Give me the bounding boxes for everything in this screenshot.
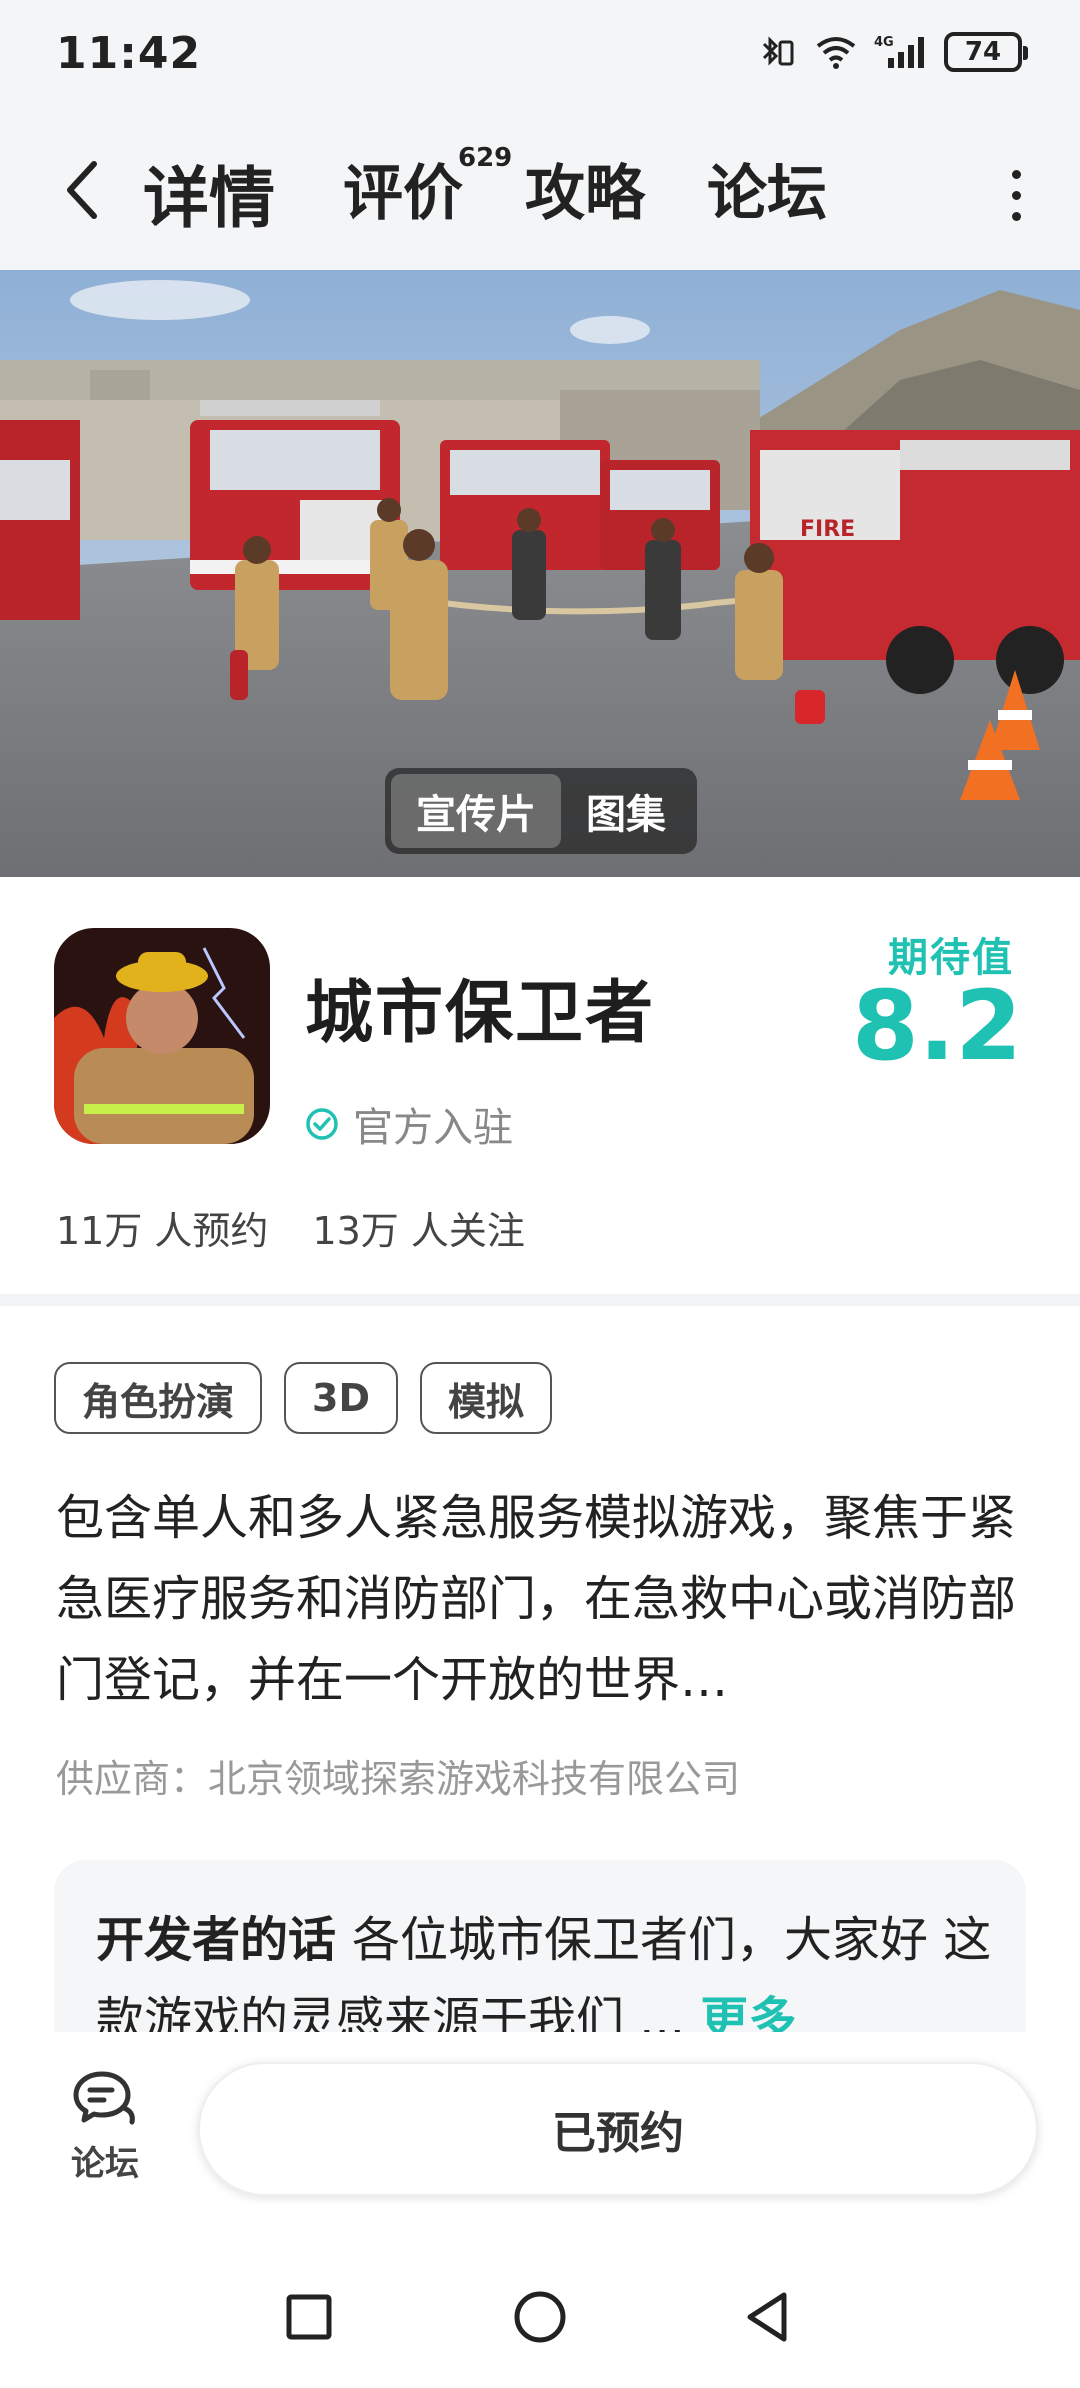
- developer-note-text: 开发者的话 各位城市保卫者们，大家好 这款游戏的灵感来源于我们 ... 更多: [96, 1900, 996, 2032]
- tab-details-label: 详情: [143, 160, 275, 237]
- toggle-gallery[interactable]: 图集: [561, 774, 691, 848]
- app-title: 城市保卫者: [305, 974, 656, 1053]
- vendor-info: 供应商：北京领域探索游戏科技有限公司: [56, 1757, 741, 1801]
- bluetooth-vibrate-icon: [762, 36, 794, 66]
- battery-level: 74: [964, 37, 1002, 67]
- tab-forum[interactable]: 论坛: [707, 145, 827, 232]
- tag-3d[interactable]: 3D: [284, 1362, 398, 1434]
- tab-details[interactable]: 详情: [135, 145, 281, 241]
- developer-note-card[interactable]: 开发者的话 各位城市保卫者们，大家好 这款游戏的灵感来源于我们 ... 更多: [54, 1860, 1026, 2032]
- media-banner[interactable]: FIRE 宣传片 图集: [0, 270, 1080, 877]
- system-back-button[interactable]: [732, 2282, 802, 2352]
- tab-reviews[interactable]: 评价: [343, 145, 463, 232]
- more-dot-icon: [1011, 169, 1021, 179]
- more-dot-icon: [1011, 190, 1021, 200]
- square-recents-icon: [286, 2294, 332, 2340]
- svg-text:FIRE: FIRE: [800, 517, 855, 542]
- expectation-score: 8.2: [851, 970, 1022, 1082]
- developer-note-title: 开发者的话: [96, 1912, 337, 1968]
- home-button[interactable]: [505, 2282, 575, 2352]
- reservation-count: 11万 人预约: [56, 1209, 269, 1253]
- review-count-badge: 629: [458, 143, 513, 173]
- official-badge: 官方入驻: [305, 1095, 513, 1153]
- top-nav: 详情 评价 629 攻略 论坛: [0, 115, 1080, 270]
- app-icon: [54, 928, 270, 1144]
- forum-label: 论坛: [71, 2144, 139, 2184]
- reserved-button[interactable]: 已预约: [198, 2062, 1038, 2196]
- status-icons: 4G 74: [758, 30, 1028, 74]
- app-stats: 11万 人预约 13万 人关注: [56, 1200, 525, 1255]
- wifi-icon: [816, 37, 856, 69]
- genre-tags: 角色扮演 3D 模拟: [54, 1362, 553, 1434]
- game-description[interactable]: 包含单人和多人紧急服务模拟游戏，聚焦于紧急医疗服务和消防部门，在急救中心或消防部…: [56, 1478, 1016, 1721]
- tab-reviews-label: 评价: [343, 159, 463, 229]
- recent-apps-button[interactable]: [274, 2282, 344, 2352]
- more-options-button[interactable]: [996, 160, 1036, 230]
- tag-role-playing[interactable]: 角色扮演: [54, 1362, 263, 1434]
- more-dot-icon: [1011, 211, 1021, 221]
- status-bar: 11:42 4G 74: [0, 0, 1080, 115]
- follower-count: 13万 人关注: [312, 1209, 525, 1253]
- circle-home-icon: [514, 2291, 566, 2343]
- section-divider: [0, 1294, 1080, 1306]
- tab-forum-label: 论坛: [707, 159, 827, 229]
- svg-text:4G: 4G: [874, 35, 894, 50]
- tag-simulation[interactable]: 模拟: [420, 1362, 553, 1434]
- cellular-signal-icon: 4G: [874, 35, 924, 68]
- bottom-action-bar: 论坛 已预约: [0, 2032, 1080, 2242]
- system-navigation-bar: [0, 2242, 1080, 2388]
- official-label: 官方入驻: [353, 1105, 513, 1151]
- verified-check-icon: [306, 1108, 338, 1140]
- developer-note-more-link[interactable]: 更多: [700, 1992, 796, 2032]
- forum-button[interactable]: 论坛: [42, 2068, 168, 2185]
- chat-bubble-icon: [73, 2071, 135, 2125]
- chevron-left-icon: [67, 161, 97, 219]
- status-time: 11:42: [56, 28, 202, 79]
- triangle-back-icon: [747, 2292, 787, 2342]
- back-button[interactable]: [52, 155, 112, 225]
- tab-guides[interactable]: 攻略: [525, 145, 645, 232]
- battery-indicator: 74: [944, 32, 1028, 72]
- media-type-toggle: 宣传片 图集: [385, 768, 697, 854]
- tab-guides-label: 攻略: [525, 159, 645, 229]
- toggle-trailer[interactable]: 宣传片: [391, 774, 561, 848]
